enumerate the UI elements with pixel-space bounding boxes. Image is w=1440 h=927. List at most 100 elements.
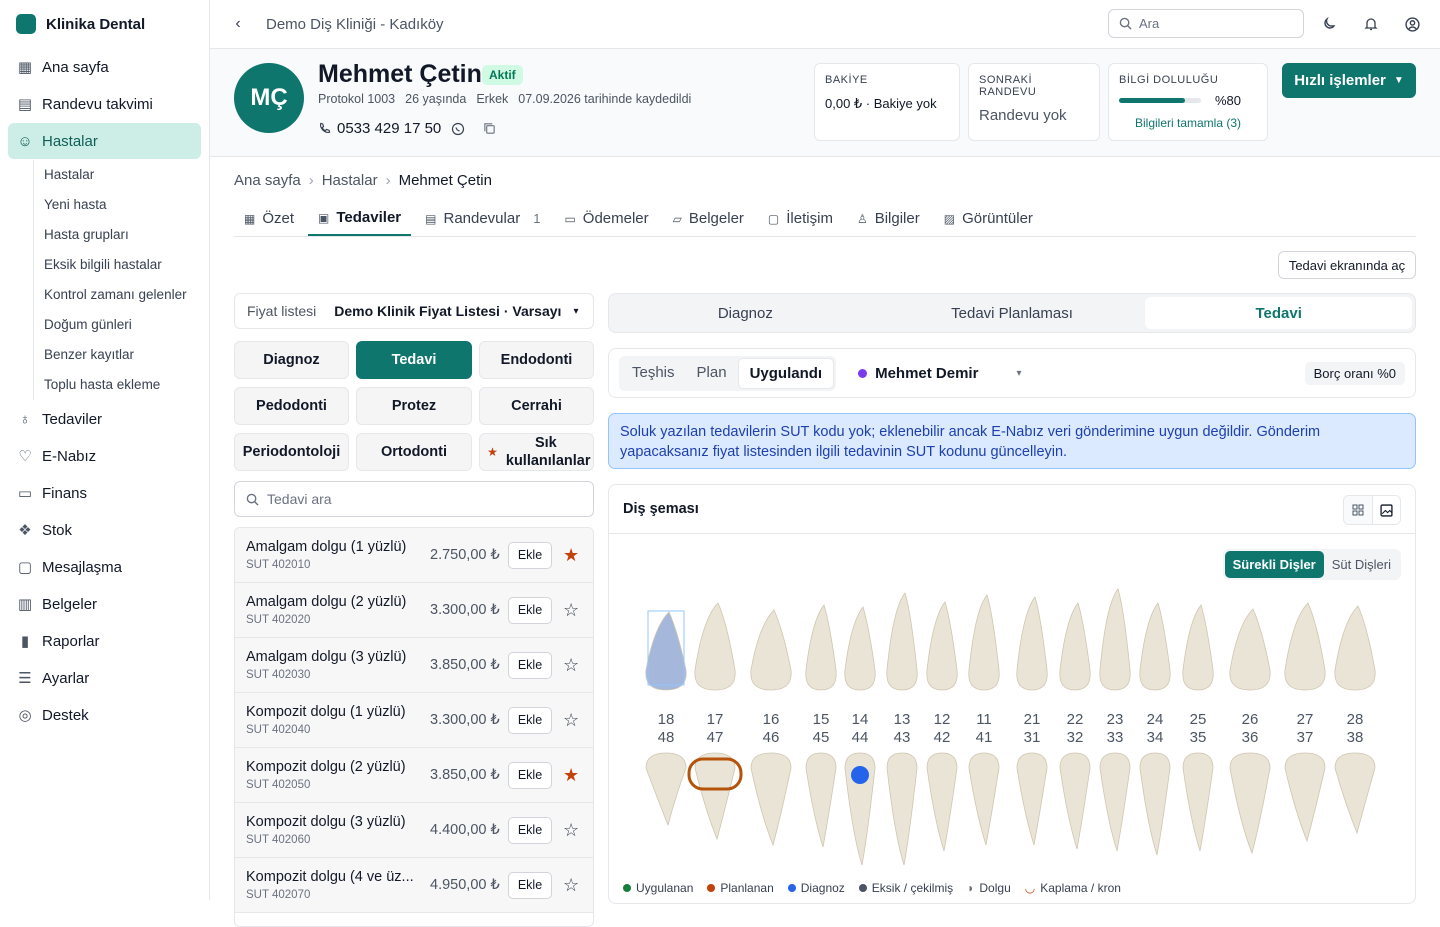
star-icon[interactable]: ☆	[563, 710, 579, 731]
tooth-32[interactable]	[1059, 752, 1091, 850]
tooth-14[interactable]	[844, 606, 876, 691]
tooth-33[interactable]	[1099, 752, 1131, 852]
tooth-18[interactable]	[645, 611, 687, 691]
complete-info-link[interactable]: Bilgileri tamamla (3)	[1119, 116, 1257, 130]
mode-tab[interactable]: Diagnoz	[612, 297, 879, 329]
tooth-22[interactable]	[1059, 602, 1091, 691]
subnav-item[interactable]: Kontrol zamanı gelenler	[44, 280, 209, 310]
category-button[interactable]: Ortodonti	[356, 433, 472, 471]
category-button[interactable]: Endodonti	[479, 341, 594, 379]
star-icon[interactable]: ☆	[563, 600, 579, 621]
tooth-34[interactable]	[1139, 752, 1171, 856]
add-button[interactable]: Ekle	[508, 651, 552, 679]
doctor-select[interactable]: Mehmet Demir ▾	[858, 365, 1021, 382]
tooth-11[interactable]	[968, 594, 1000, 691]
tab-3[interactable]: ▭ Ödemeler	[554, 201, 658, 236]
star-icon[interactable]: ☆	[563, 875, 579, 896]
tab-2[interactable]: ▤ Randevular 1	[415, 201, 550, 236]
subnav-item[interactable]: Hastalar	[44, 160, 209, 190]
subnav-item[interactable]: Yeni hasta	[44, 190, 209, 220]
category-button[interactable]: Diagnoz	[234, 341, 349, 379]
subnav-item[interactable]: Hasta grupları	[44, 220, 209, 250]
star-icon[interactable]: ★	[563, 545, 579, 566]
sidebar-item-stok[interactable]: ❖ Stok	[8, 512, 201, 548]
tab-7[interactable]: ▨ Görüntüler	[934, 201, 1043, 236]
tooth-38[interactable]	[1334, 752, 1376, 835]
breadcrumb-home[interactable]: Ana sayfa	[234, 172, 301, 189]
add-button[interactable]: Ekle	[508, 871, 552, 899]
sidebar-item-ayarlar[interactable]: ☰ Ayarlar	[8, 660, 201, 696]
table-row[interactable]: Kompozit dolgu (4 ve üz... SUT 402070 4.95…	[235, 858, 593, 913]
stage-tab[interactable]: Plan	[686, 358, 738, 389]
subnav-item[interactable]: Toplu hasta ekleme	[44, 370, 209, 400]
star-icon[interactable]: ☆	[563, 820, 579, 841]
tooth-37[interactable]	[1284, 752, 1326, 843]
sidebar-item-hastalar[interactable]: ☺ Hastalar	[8, 123, 201, 159]
tooth-27[interactable]	[1284, 602, 1326, 691]
subnav-item[interactable]: Benzer kayıtlar	[44, 340, 209, 370]
quick-actions-button[interactable]: Hızlı işlemler ▼	[1282, 63, 1416, 98]
sidebar-item-randevu-takvimi[interactable]: ▤ Randevu takvimi	[8, 86, 201, 122]
tab-0[interactable]: ▦ Özet	[234, 201, 304, 236]
subnav-item[interactable]: Eksik bilgili hastalar	[44, 250, 209, 280]
tooth-23[interactable]	[1099, 588, 1131, 691]
tooth-21[interactable]	[1016, 596, 1048, 691]
sidebar-item-mesajlaşma[interactable]: ▢ Mesajlaşma	[8, 549, 201, 585]
add-button[interactable]: Ekle	[508, 541, 552, 569]
tooth-12[interactable]	[926, 601, 958, 691]
tooth-16[interactable]	[750, 609, 792, 691]
tooth-47[interactable]	[694, 752, 736, 841]
tooth-26[interactable]	[1229, 608, 1271, 691]
add-button[interactable]: Ekle	[508, 816, 552, 844]
tooth-45[interactable]	[805, 752, 837, 848]
table-row[interactable]: Amalgam dolgu (3 yüzlü) SUT 402030 3.850,0…	[235, 638, 593, 693]
category-button[interactable]: Cerrahi	[479, 387, 594, 425]
sidebar-item-raporlar[interactable]: ▮ Raporlar	[8, 623, 201, 659]
treatment-search-input[interactable]: Tedavi ara	[234, 481, 594, 517]
stage-tab[interactable]: Teşhis	[621, 358, 686, 389]
table-row[interactable]: Kompozit dolgu (2 yüzlü) SUT 402050 3.850,…	[235, 748, 593, 803]
star-icon[interactable]: ☆	[563, 655, 579, 676]
table-row[interactable]: Amalgam dolgu (1 yüzlü) SUT 402010 2.750,0…	[235, 528, 593, 583]
open-treatment-screen-button[interactable]: Tedavi ekranında aç	[1278, 251, 1416, 279]
table-row[interactable]: Amalgam dolgu (2 yüzlü) SUT 402020 3.300,0…	[235, 583, 593, 638]
mode-tab[interactable]: Tedavi	[1145, 297, 1413, 329]
tooth-36[interactable]	[1229, 752, 1271, 855]
add-button[interactable]: Ekle	[508, 706, 552, 734]
tooth-28[interactable]	[1334, 605, 1376, 691]
category-button[interactable]: Protez	[356, 387, 472, 425]
theme-toggle-button[interactable]	[1320, 15, 1338, 33]
tab-5[interactable]: ▢ İletişim	[758, 201, 843, 236]
table-row[interactable]: Kompozit dolgu (1 yüzlü) SUT 402040 3.300,…	[235, 693, 593, 748]
tooth-41[interactable]	[968, 752, 1000, 846]
tooth-13[interactable]	[886, 592, 918, 691]
sidebar-item-destek[interactable]: ◎ Destek	[8, 697, 201, 733]
copy-icon[interactable]	[483, 122, 496, 135]
category-button[interactable]: Periodontoloji	[234, 433, 349, 471]
table-row[interactable]: Kompozit dolgu (3 yüzlü) SUT 402060 4.400,…	[235, 803, 593, 858]
notifications-button[interactable]	[1362, 15, 1380, 33]
mode-tab[interactable]: Tedavi Planlaması	[879, 297, 1146, 329]
phone-number[interactable]: 0533 429 17 50	[337, 120, 441, 137]
tooth-46[interactable]	[750, 752, 792, 847]
sidebar-item-finans[interactable]: ▭ Finans	[8, 475, 201, 511]
tooth-25[interactable]	[1182, 604, 1214, 691]
tooth-43[interactable]	[886, 752, 918, 866]
tab-4[interactable]: ▱ Belgeler	[663, 201, 754, 236]
back-button[interactable]: ‹	[210, 15, 266, 33]
breadcrumb-patients[interactable]: Hastalar	[322, 172, 378, 189]
star-icon[interactable]: ★	[563, 765, 579, 786]
global-search-input[interactable]: Ara	[1108, 9, 1304, 38]
tooth-31[interactable]	[1016, 752, 1048, 846]
tooth-15[interactable]	[805, 604, 837, 691]
sidebar-item-belgeler[interactable]: ▥ Belgeler	[8, 586, 201, 622]
tooth-42[interactable]	[926, 752, 958, 852]
brand[interactable]: Klinika Dental	[0, 0, 209, 48]
tooth-24[interactable]	[1139, 602, 1171, 691]
category-button[interactable]: Pedodonti	[234, 387, 349, 425]
category-button[interactable]: ★ Sık kullanılanlar	[479, 433, 594, 471]
sidebar-item-ana-sayfa[interactable]: ▦ Ana sayfa	[8, 49, 201, 85]
sidebar-item-e-nabız[interactable]: ♡ E-Nabız	[8, 438, 201, 474]
sidebar-item-tedaviler[interactable]: ♁ Tedaviler	[8, 401, 201, 437]
stage-tab[interactable]: Uygulandı	[737, 357, 835, 389]
